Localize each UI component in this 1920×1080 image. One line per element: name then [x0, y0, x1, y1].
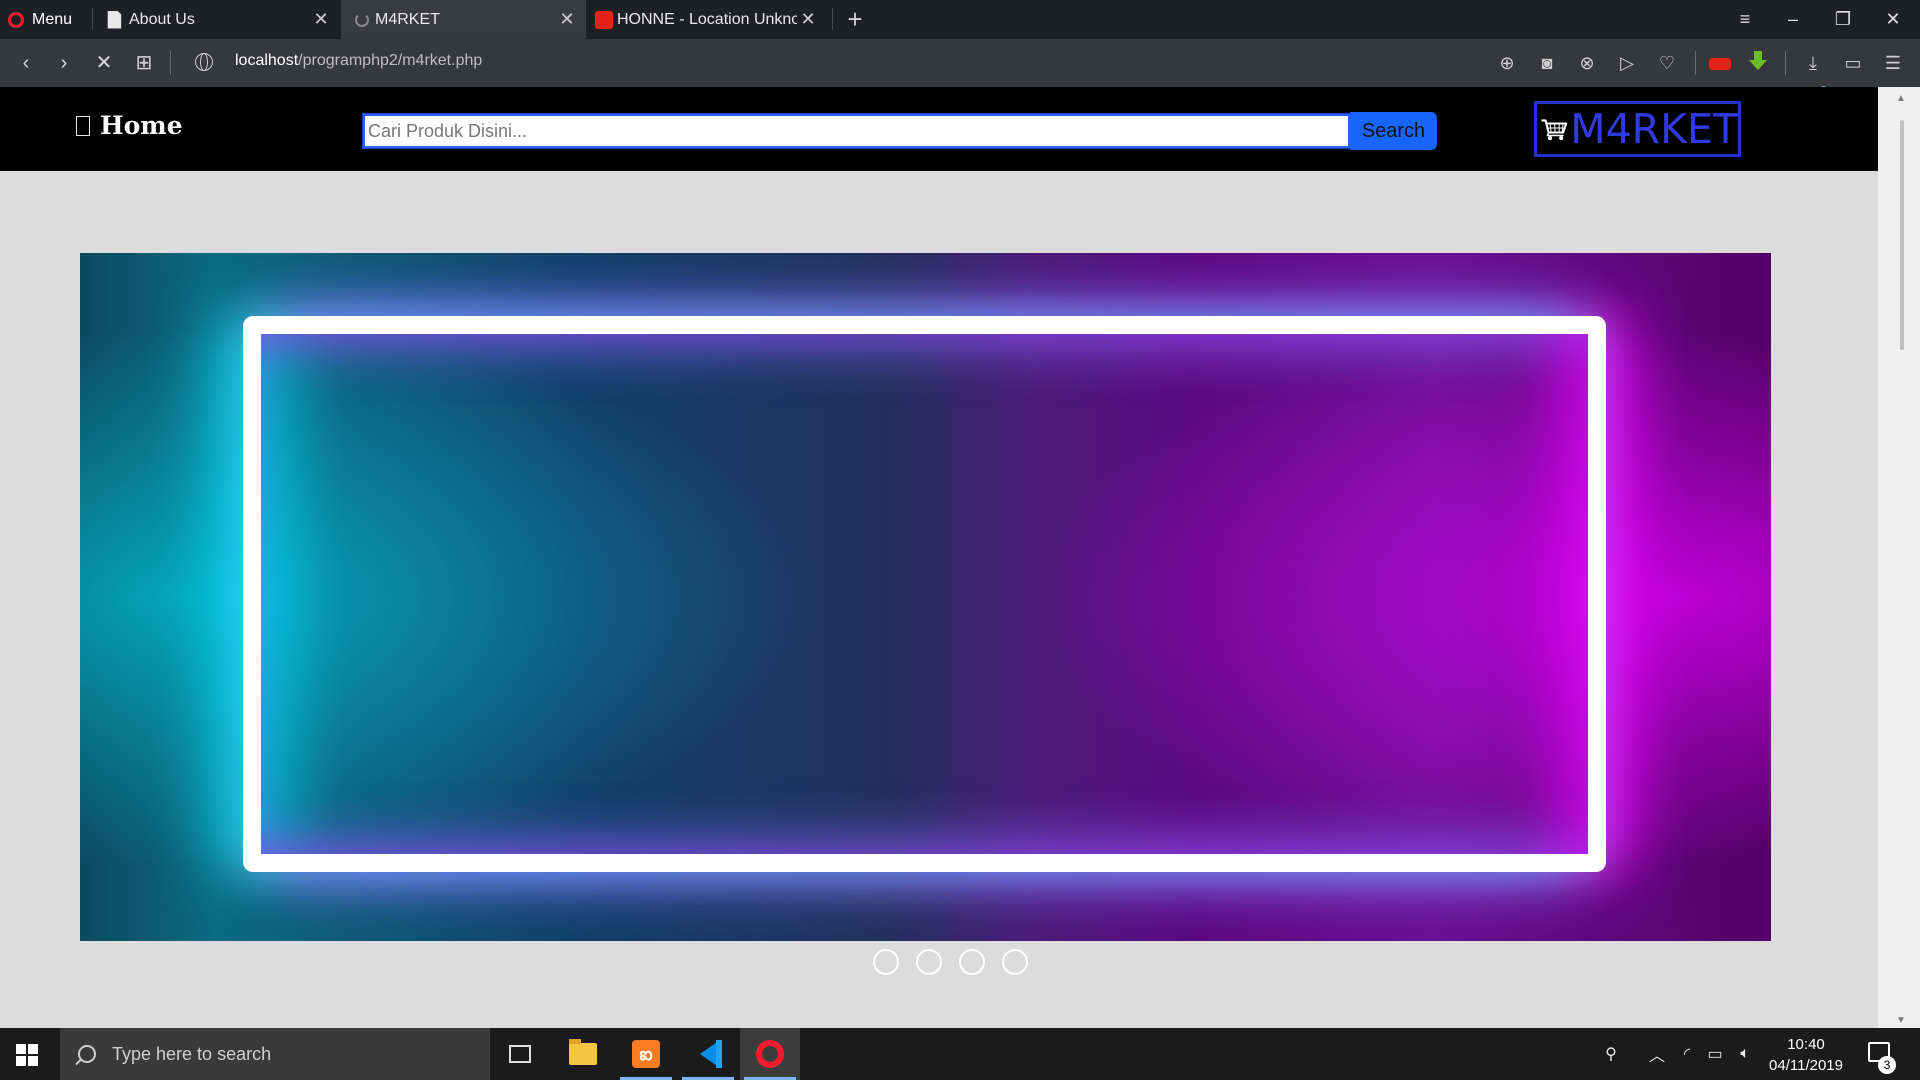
search-icon	[78, 1045, 96, 1063]
speed-dial-icon[interactable]: ⊞	[132, 51, 156, 75]
browser-tab-bar: Menu About Us ✕ M4RKET ✕ HONNE - Locatio…	[0, 0, 1920, 39]
download-extension-icon[interactable]	[1749, 51, 1767, 71]
tab-honne[interactable]: HONNE - Location Unknow ✕	[587, 0, 827, 39]
taskbar-clock[interactable]: 10:40 04/11/2019	[1760, 1034, 1852, 1076]
restore-button[interactable]: ❐	[1820, 0, 1866, 39]
loading-spinner-icon	[355, 12, 369, 27]
tab-separator	[832, 8, 833, 30]
tab-about-us[interactable]: About Us ✕	[93, 0, 340, 39]
slider-dots	[873, 949, 1028, 975]
clock-time: 10:40	[1787, 1036, 1825, 1053]
web-page: Home Search M4RKET	[0, 87, 1878, 1028]
close-icon[interactable]: ✕	[799, 10, 817, 28]
windows-start-icon[interactable]	[16, 1044, 38, 1066]
image-slider	[80, 253, 1771, 941]
heart-icon[interactable]: ♡	[1656, 52, 1678, 74]
youtube-icon	[595, 10, 613, 29]
easy-setup-icon[interactable]: ☰	[1882, 52, 1904, 74]
vscode-icon	[694, 1040, 722, 1068]
vscode-button[interactable]	[678, 1028, 738, 1080]
menu-label: Menu	[32, 10, 73, 28]
neon-frame-image	[243, 316, 1606, 872]
url-path: /programphp2/m4rket.php	[298, 52, 483, 69]
xampp-button[interactable]: ఐ	[616, 1028, 676, 1080]
wifi-icon[interactable]: ◜	[1672, 1028, 1702, 1080]
battery-icon[interactable]: ▭	[1700, 1028, 1730, 1080]
search-form: Search	[362, 112, 1437, 150]
battery-saver-icon[interactable]: ▭	[1842, 52, 1864, 74]
folder-icon	[569, 1039, 597, 1065]
back-button[interactable]: ‹	[14, 51, 38, 75]
close-icon[interactable]: ✕	[558, 10, 576, 28]
opera-icon	[756, 1040, 784, 1068]
taskbar-search-placeholder: Type here to search	[112, 1043, 272, 1064]
taskbar-search[interactable]: Type here to search	[60, 1028, 490, 1080]
search-input[interactable]	[362, 113, 1351, 149]
task-view-button[interactable]	[490, 1028, 550, 1080]
volume-icon[interactable]: 🔈︎	[1730, 1028, 1760, 1080]
stop-loading-button[interactable]: ✕	[92, 51, 116, 75]
address-bar-row: ‹ › ✕ ⊞ localhost/programphp2/m4rket.php…	[0, 39, 1920, 93]
scroll-up-icon[interactable]: ▲	[1896, 93, 1906, 104]
notification-count-badge: 3	[1878, 1056, 1896, 1074]
slider-dot[interactable]	[1002, 949, 1028, 975]
slider-dot[interactable]	[916, 949, 942, 975]
tab-title: M4RKET	[375, 10, 440, 28]
divider	[1785, 51, 1786, 75]
tab-m4rket[interactable]: M4RKET ✕	[341, 0, 586, 39]
home-label: Home	[100, 111, 183, 140]
youtube-extension-icon[interactable]	[1709, 58, 1731, 70]
file-explorer-button[interactable]	[553, 1028, 613, 1080]
camera-icon[interactable]: ◙	[1536, 52, 1558, 74]
opera-taskbar-button[interactable]	[740, 1028, 800, 1080]
minimize-button[interactable]: –	[1770, 0, 1816, 39]
forward-button[interactable]: ›	[52, 51, 76, 75]
tab-menu-icon[interactable]: ≡	[1722, 0, 1768, 39]
shopping-cart-icon	[1541, 119, 1568, 141]
globe-icon[interactable]	[195, 53, 213, 71]
close-icon[interactable]: ✕	[312, 10, 330, 28]
downloads-icon[interactable]: ⤓	[1802, 52, 1824, 74]
document-icon	[107, 10, 122, 29]
send-icon[interactable]: ▷	[1616, 52, 1638, 74]
people-icon[interactable]: ⚲	[1596, 1028, 1626, 1080]
m4rket-logo[interactable]: M4RKET	[1534, 101, 1741, 157]
logo-text: M4RKET	[1570, 105, 1738, 153]
divider	[170, 51, 171, 75]
search-button[interactable]: Search	[1350, 112, 1437, 150]
scroll-down-icon[interactable]: ▼	[1896, 1015, 1906, 1026]
slider-dot[interactable]	[959, 949, 985, 975]
show-hidden-icons-icon[interactable]: ︿	[1642, 1028, 1672, 1080]
url-host: localhost	[235, 52, 299, 69]
tab-title: HONNE - Location Unknow	[617, 10, 797, 28]
address-input[interactable]: localhost/programphp2/m4rket.php	[235, 52, 482, 70]
tab-title: About Us	[129, 10, 195, 28]
opera-logo-icon	[8, 11, 24, 28]
task-view-icon	[509, 1045, 531, 1063]
new-tab-button[interactable]: +	[840, 4, 870, 34]
windows-taskbar: Type here to search ఐ ⚲ ︿ ◜ ▭ 🔈︎ 10:40 0…	[0, 1028, 1920, 1080]
clock-date: 04/11/2019	[1769, 1057, 1843, 1074]
zoom-icon[interactable]: ⊕	[1496, 52, 1518, 74]
home-icon	[76, 115, 90, 136]
page-scrollbar[interactable]: ▲ ▼	[1878, 87, 1920, 1028]
slider-dot[interactable]	[873, 949, 899, 975]
divider	[1695, 51, 1696, 75]
adblock-icon[interactable]: ⊗	[1576, 52, 1598, 74]
scrollbar-thumb[interactable]	[1900, 120, 1904, 350]
site-header: Home Search M4RKET	[0, 87, 1878, 171]
xampp-icon: ఐ	[632, 1040, 660, 1068]
home-link[interactable]: Home	[76, 111, 183, 140]
close-window-button[interactable]: ✕	[1870, 0, 1916, 39]
opera-menu-button[interactable]: Menu	[8, 0, 88, 39]
